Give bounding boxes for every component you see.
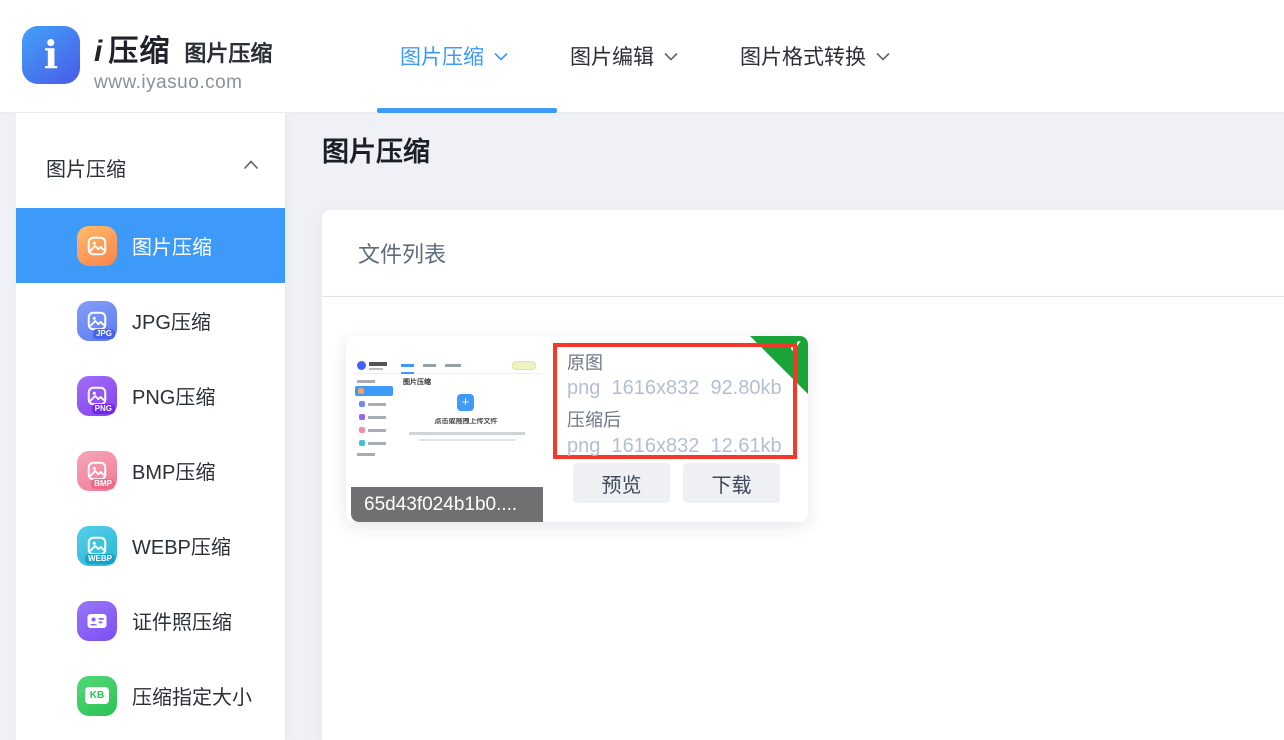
icon-badge: JPG [93, 329, 115, 339]
brand-name: 压缩 [108, 26, 170, 70]
page-title: 图片压缩 [322, 130, 430, 169]
compressed-info: png 1616x832 12.61kb [567, 433, 793, 459]
brand-logo[interactable]: i i 压缩 图片压缩 www.iyasuo.com [22, 26, 272, 94]
sidebar-item-label: 压缩指定大小 [132, 681, 252, 710]
webp-compress-icon: WEBP [77, 526, 117, 566]
sidebar-item-jpg-compress[interactable]: JPG JPG压缩 [16, 283, 285, 358]
sidebar-group-title: 图片压缩 [46, 153, 126, 182]
chevron-down-icon [876, 52, 890, 61]
icon-badge: BMP [91, 479, 115, 489]
sidebar-item-compress-to-size[interactable]: KB 压缩指定大小 [16, 658, 285, 733]
nav-item-format-convert[interactable]: 图片格式转换 [740, 41, 890, 71]
active-nav-underline [377, 108, 557, 113]
mini-page-title: 图片压缩 [403, 379, 431, 386]
kb-glyph: KB [85, 687, 109, 704]
compression-info-highlight: 原图 png 1616x832 92.80kb 压缩后 png 1616x832… [553, 343, 797, 459]
sidebar-item-label: PNG压缩 [132, 381, 215, 410]
file-list-panel: 文件列表 ✓ [322, 210, 1284, 740]
sidebar-group-header[interactable]: 图片压缩 [16, 113, 285, 208]
brand-text-block: i 压缩 图片压缩 www.iyasuo.com [94, 26, 272, 94]
sidebar-item-label: JPG压缩 [132, 306, 211, 335]
chevron-down-icon [664, 52, 678, 61]
icon-badge: WEBP [85, 554, 115, 564]
sidebar-item-id-photo-compress[interactable]: 证件照压缩 [16, 583, 285, 658]
icon-badge: PNG [92, 404, 115, 414]
compressed-label: 压缩后 [567, 408, 793, 432]
mini-plus-icon: + [457, 394, 474, 411]
sidebar-item-png-compress[interactable]: PNG PNG压缩 [16, 358, 285, 433]
thumbnail-image: 图片压缩 + 点击或拖拽上传文件 [353, 358, 541, 458]
sidebar-item-bmp-compress[interactable]: BMP BMP压缩 [16, 433, 285, 508]
main-nav: 图片压缩 图片编辑 图片格式转换 [400, 0, 952, 112]
download-button[interactable]: 下载 [683, 463, 780, 503]
sidebar-item-webp-compress[interactable]: WEBP WEBP压缩 [16, 508, 285, 583]
preview-button[interactable]: 预览 [573, 463, 670, 503]
original-label: 原图 [567, 351, 793, 375]
mini-header [353, 358, 541, 374]
sidebar-item-image-compress[interactable]: 图片压缩 [16, 208, 285, 283]
sidebar-item-label: WEBP压缩 [132, 531, 231, 560]
file-name-label: 65d43f024b1b0.... [351, 487, 543, 522]
chevron-up-icon [243, 160, 257, 169]
file-card: ✓ 图片压缩 [346, 336, 808, 522]
mini-upload-text: 点击或拖拽上传文件 [403, 418, 529, 425]
nav-item-label: 图片压缩 [400, 41, 484, 71]
logo-letter: i [44, 36, 58, 74]
original-info: png 1616x832 92.80kb [567, 375, 793, 401]
file-thumbnail[interactable]: 图片压缩 + 点击或拖拽上传文件 65d43f024b1b0.... [351, 342, 543, 522]
nav-item-label: 图片编辑 [570, 41, 654, 71]
chevron-down-icon [494, 52, 508, 61]
nav-item-label: 图片格式转换 [740, 41, 866, 71]
file-list-panel-header: 文件列表 [322, 210, 1284, 297]
sidebar-item-label: 证件照压缩 [132, 606, 232, 635]
brand-url: www.iyasuo.com [94, 72, 272, 94]
image-compress-icon [77, 226, 117, 266]
app-screen: i i 压缩 图片压缩 www.iyasuo.com 图片压缩 图片编辑 [0, 0, 1284, 740]
id-photo-icon [77, 601, 117, 641]
png-compress-icon: PNG [77, 376, 117, 416]
bmp-compress-icon: BMP [77, 451, 117, 491]
sidebar-item-label: BMP压缩 [132, 456, 215, 485]
brand-logo-icon: i [22, 26, 80, 84]
file-list-title: 文件列表 [358, 237, 446, 269]
brand-product: 图片压缩 [184, 36, 272, 68]
top-header: i i 压缩 图片压缩 www.iyasuo.com 图片压缩 图片编辑 [0, 0, 1284, 113]
kb-size-icon: KB [77, 676, 117, 716]
jpg-compress-icon: JPG [77, 301, 117, 341]
sidebar: 图片压缩 图片压缩 JPG JPG压缩 PNG [16, 113, 285, 740]
nav-item-image-compress[interactable]: 图片压缩 [400, 41, 508, 71]
sidebar-item-label: 图片压缩 [132, 231, 212, 260]
nav-item-image-edit[interactable]: 图片编辑 [570, 41, 678, 71]
brand-name-i: i [94, 35, 102, 69]
